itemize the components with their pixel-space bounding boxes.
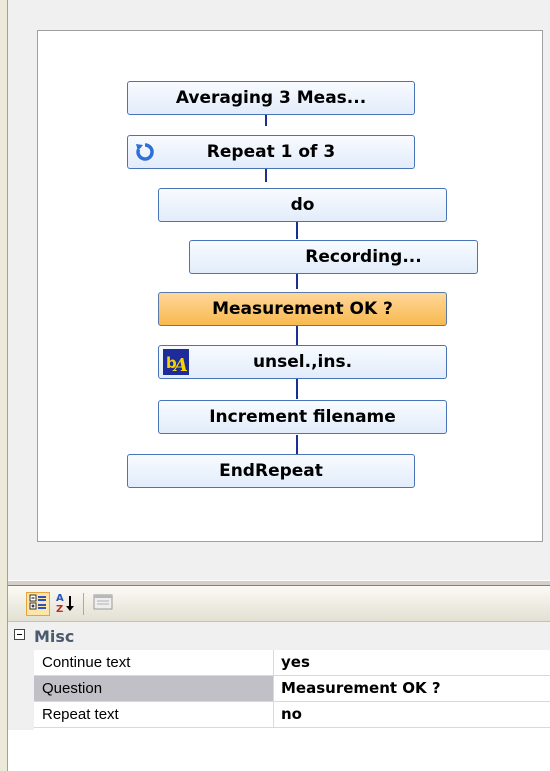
connector bbox=[296, 273, 298, 289]
connector bbox=[296, 377, 298, 399]
node-label: Repeat 1 of 3 bbox=[206, 142, 336, 162]
sort-alphabetical-icon: A Z bbox=[55, 591, 77, 618]
categorized-button[interactable] bbox=[26, 592, 50, 616]
node-label: Averaging 3 Meas... bbox=[175, 88, 367, 108]
property-value[interactable]: no bbox=[275, 702, 302, 727]
connector bbox=[265, 168, 267, 182]
flow-node-repeat[interactable]: Repeat 1 of 3 bbox=[127, 135, 415, 169]
flowchart-pane: Averaging 3 Meas... Repeat 1 of 3 do Rec… bbox=[8, 0, 550, 580]
categorized-icon bbox=[29, 593, 47, 616]
sort-alphabetical-button[interactable]: A Z bbox=[54, 592, 78, 616]
property-value[interactable]: Measurement OK ? bbox=[275, 676, 441, 701]
property-value[interactable]: yes bbox=[275, 650, 310, 675]
flow-node-increment-filename[interactable]: Increment filename bbox=[158, 400, 447, 434]
flow-node-measurement-ok[interactable]: Measurement OK ? bbox=[158, 292, 447, 326]
property-row-continue-text[interactable]: Continue text yes bbox=[34, 650, 550, 676]
connector bbox=[265, 114, 267, 126]
grid-left-margin bbox=[8, 650, 34, 730]
connector bbox=[296, 325, 298, 345]
node-label: Recording... bbox=[305, 247, 422, 267]
svg-text:Z: Z bbox=[56, 604, 63, 613]
node-label: EndRepeat bbox=[219, 461, 323, 481]
text-replace-icon: b A bbox=[163, 349, 189, 375]
flow-node-averaging[interactable]: Averaging 3 Meas... bbox=[127, 81, 415, 115]
property-pages-button[interactable] bbox=[91, 592, 115, 616]
property-pages-icon bbox=[93, 593, 113, 616]
flow-node-recording[interactable]: Recording... bbox=[189, 240, 478, 274]
property-row-question[interactable]: Question Measurement OK ? bbox=[34, 676, 550, 702]
svg-text:A: A bbox=[172, 355, 188, 374]
flow-node-unsel-ins[interactable]: b A unsel.,ins. bbox=[158, 345, 447, 379]
node-label: Increment filename bbox=[209, 407, 396, 427]
category-label: Misc bbox=[34, 627, 75, 646]
property-name: Question bbox=[34, 676, 274, 701]
toolbar-separator bbox=[83, 593, 84, 615]
svg-text:A: A bbox=[56, 593, 64, 604]
node-label: do bbox=[290, 195, 315, 215]
property-name: Repeat text bbox=[34, 702, 274, 727]
connector bbox=[296, 435, 298, 455]
category-row-misc[interactable]: Misc bbox=[8, 622, 550, 650]
flow-node-endrepeat[interactable]: EndRepeat bbox=[127, 454, 415, 488]
repeat-icon bbox=[132, 139, 158, 165]
property-grid: Misc Continue text yes Question Measurem… bbox=[8, 622, 550, 771]
flowchart-canvas: Averaging 3 Meas... Repeat 1 of 3 do Rec… bbox=[37, 30, 543, 542]
property-grid-toolbar: A Z bbox=[8, 586, 550, 622]
node-label: Measurement OK ? bbox=[212, 299, 393, 319]
property-name: Continue text bbox=[34, 650, 274, 675]
connector bbox=[296, 220, 298, 239]
node-label: unsel.,ins. bbox=[252, 352, 353, 372]
collapse-icon[interactable] bbox=[14, 629, 25, 640]
property-row-repeat-text[interactable]: Repeat text no bbox=[34, 702, 550, 728]
left-panel-edge bbox=[0, 0, 8, 771]
flow-node-do[interactable]: do bbox=[158, 188, 447, 222]
